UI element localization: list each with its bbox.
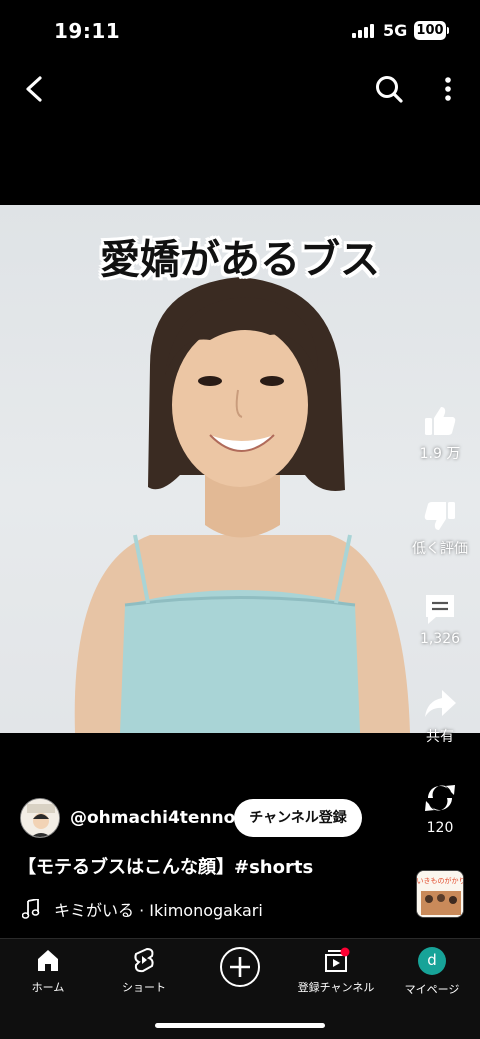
thumbs-down-icon	[424, 502, 455, 530]
share-label: 共有	[426, 729, 454, 745]
svg-text:いきものがかり: いきものがかり	[417, 876, 464, 885]
notification-dot	[340, 947, 350, 957]
channel-avatar-image	[21, 799, 59, 837]
dislike-label: 低く評価	[412, 541, 468, 557]
subscribe-button[interactable]: チャンネル登録	[234, 799, 362, 837]
nav-shorts[interactable]: ショート	[96, 947, 192, 995]
like-button[interactable]: 1.9 万	[407, 403, 473, 463]
more-options-button[interactable]	[434, 72, 462, 106]
nav-shorts-label: ショート	[122, 981, 166, 994]
remix-button[interactable]: 120	[407, 780, 473, 836]
battery-tip	[447, 27, 449, 34]
video-player[interactable]: 愛嬌があるブス	[0, 205, 480, 733]
user-avatar: d	[418, 947, 446, 975]
nav-subscriptions-label: 登録チャンネル	[297, 981, 375, 994]
comment-count: 1,326	[419, 631, 461, 647]
share-icon	[425, 690, 456, 717]
comment-icon	[426, 595, 454, 624]
nav-home[interactable]: ホーム	[0, 947, 96, 995]
music-note-icon	[22, 899, 40, 919]
album-art-image: いきものがかり	[417, 871, 464, 917]
share-button[interactable]: 共有	[407, 686, 473, 746]
home-icon	[38, 950, 58, 971]
comments-button[interactable]: 1,326	[407, 591, 473, 647]
chevron-left-icon	[26, 76, 42, 102]
remix-count: 120	[426, 820, 454, 836]
network-type: 5G	[383, 21, 408, 40]
signal-icon	[352, 24, 376, 38]
subscriptions-icon	[325, 947, 350, 972]
plus-icon	[230, 957, 250, 977]
remix-icon	[425, 785, 455, 811]
search-button[interactable]	[372, 72, 406, 106]
back-button[interactable]	[18, 72, 52, 106]
bottom-navigation: ホーム ショート 登録チャンネル d マイページ	[0, 938, 480, 1039]
music-text: キミがいる · Ikimonogakari	[54, 901, 263, 920]
dislike-button[interactable]: 低く評価	[407, 498, 473, 558]
channel-avatar[interactable]	[20, 798, 60, 838]
battery-icon: 100	[414, 21, 446, 40]
nav-you-label: マイページ	[404, 983, 460, 996]
music-thumbnail[interactable]: いきものがかり	[416, 870, 464, 918]
nav-home-label: ホーム	[31, 981, 65, 994]
video-overlay-title: 愛嬌があるブス	[100, 236, 380, 283]
channel-handle[interactable]: @ohmachi4tennou	[70, 808, 247, 828]
shorts-icon	[134, 947, 154, 973]
nav-you[interactable]: d マイページ	[384, 947, 480, 997]
thumbs-up-icon	[425, 407, 456, 435]
like-count: 1.9 万	[419, 446, 461, 462]
search-icon	[376, 76, 403, 103]
home-indicator	[155, 1023, 325, 1028]
video-title[interactable]: 【モテるブスはこんな顔】#shorts	[18, 853, 313, 879]
more-vertical-icon	[445, 77, 451, 101]
status-bar: 19:11 5G 100	[0, 0, 480, 62]
nav-subscriptions[interactable]: 登録チャンネル	[288, 947, 384, 995]
music-info[interactable]: キミがいる · Ikimonogakari	[22, 897, 263, 921]
create-button[interactable]	[220, 947, 260, 987]
status-time: 19:11	[54, 19, 121, 43]
